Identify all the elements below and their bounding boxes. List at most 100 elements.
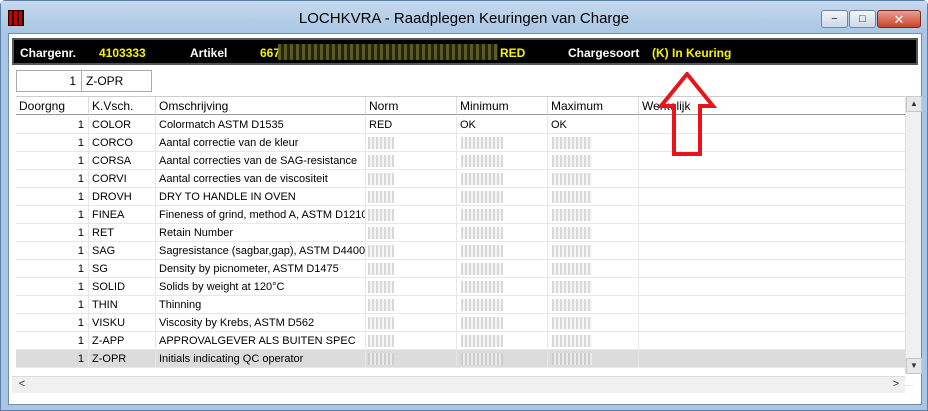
cell-omschrijving: Aantal correcties van de viscositeit — [156, 170, 366, 188]
redacted-value — [461, 155, 503, 167]
table-row[interactable]: 1 FINEA Fineness of grind, method A, ASTM … — [16, 206, 913, 224]
column-header-doorgang[interactable]: Doorgng — [16, 97, 89, 115]
cell-doorgang: 1 — [16, 332, 89, 350]
redacted-value — [368, 281, 394, 293]
redacted-value — [461, 335, 503, 347]
redacted-value — [461, 209, 503, 221]
cell-omschrijving: APPROVALGEVER ALS BUITEN SPEC — [156, 332, 366, 350]
redacted-value — [368, 317, 394, 329]
window-title: LOCHKVRA - Raadplegen Keuringen van Char… — [298, 10, 630, 27]
cell-code: RET — [89, 224, 156, 242]
cell-doorgang: 1 — [16, 170, 89, 188]
table-row[interactable]: 1 Z-APP APPROVALGEVER ALS BUITEN SPEC — [16, 332, 913, 350]
cell-doorgang: 1 — [16, 278, 89, 296]
cell-doorgang: 1 — [16, 242, 89, 260]
cell-werkelijk — [639, 350, 913, 368]
cell-werkelijk — [639, 170, 913, 188]
table-row[interactable]: 1 SAG Sagresistance (sagbar,gap), ASTM D44… — [16, 242, 913, 260]
cell-werkelijk — [639, 206, 913, 224]
redacted-value — [368, 263, 394, 275]
column-header-code[interactable]: K.Vsch. — [89, 97, 156, 115]
table-row[interactable]: 1 Z-OPR Initials indicating QC operator — [16, 350, 913, 368]
redacted-value — [552, 299, 592, 311]
cell-omschrijving: DRY TO HANDLE IN OVEN — [156, 188, 366, 206]
cell-code: FINEA — [89, 206, 156, 224]
cell-code: CORVI — [89, 170, 156, 188]
client-area: Chargenr. 4103333 Artikel 667 RED Charge… — [8, 33, 922, 405]
cell-werkelijk — [639, 242, 913, 260]
redacted-value — [368, 173, 394, 185]
cell-omschrijving: Aantal correctie van de kleur — [156, 134, 366, 152]
filter-code-field[interactable]: Z-OPR — [82, 71, 123, 91]
redacted-value — [552, 281, 592, 293]
close-icon: ✕ — [893, 11, 905, 27]
maximize-icon: □ — [859, 12, 866, 25]
column-header-minimum[interactable]: Minimum — [457, 97, 548, 115]
redacted-value — [461, 317, 503, 329]
cell-omschrijving: Colormatch ASTM D1535 — [156, 116, 366, 134]
redacted-value — [461, 281, 503, 293]
cell-doorgang: 1 — [16, 350, 89, 368]
table-row[interactable]: 1 CORCO Aantal correctie van de kleur — [16, 134, 913, 152]
cell-omschrijving: Aantal correcties van de SAG-resistance — [156, 152, 366, 170]
maximize-button[interactable]: □ — [849, 10, 876, 28]
table-row[interactable]: 1 CORSA Aantal correcties van de SAG-resis… — [16, 152, 913, 170]
redacted-value — [461, 173, 503, 185]
filter-row: 1 Z-OPR — [16, 70, 152, 92]
redacted-value — [552, 353, 592, 365]
vertical-scrollbar[interactable]: ▲ ▼ — [905, 96, 922, 374]
redacted-value — [552, 191, 592, 203]
redacted-value — [461, 137, 503, 149]
title-bar[interactable]: LOCHKVRA - Raadplegen Keuringen van Char… — [1, 1, 927, 33]
cell-doorgang: 1 — [16, 296, 89, 314]
redacted-value — [552, 245, 592, 257]
cell-doorgang: 1 — [16, 206, 89, 224]
redacted-value — [461, 191, 503, 203]
cell-omschrijving: Solids by weight at 120°C — [156, 278, 366, 296]
column-header-maximum[interactable]: Maximum — [548, 97, 639, 115]
table-row[interactable]: 1 RET Retain Number — [16, 224, 913, 242]
horizontal-scrollbar[interactable]: < > — [12, 376, 905, 393]
scroll-right-icon[interactable]: > — [888, 377, 904, 393]
scroll-down-icon[interactable]: ▼ — [906, 358, 922, 374]
table-row[interactable]: 1 COLOR Colormatch ASTM D1535 RED OK OK — [16, 116, 913, 134]
cell-doorgang: 1 — [16, 224, 89, 242]
artikel-value-suffix: RED — [500, 46, 526, 60]
charge-value: 4103333 — [99, 46, 146, 60]
cell-code: DROVH — [89, 188, 156, 206]
cell-doorgang: 1 — [16, 260, 89, 278]
redacted-value — [368, 191, 394, 203]
table-row[interactable]: 1 SOLID Solids by weight at 120°C — [16, 278, 913, 296]
table-row[interactable]: 1 THIN Thinning — [16, 296, 913, 314]
cell-code: Z-APP — [89, 332, 156, 350]
cell-omschrijving: Fineness of grind, method A, ASTM D1210 — [156, 206, 366, 224]
cell-code: VISKU — [89, 314, 156, 332]
redacted-value — [368, 137, 394, 149]
cell-code: COLOR — [89, 116, 156, 134]
cell-doorgang: 1 — [16, 134, 89, 152]
table-row[interactable]: 1 SG Density by picnometer, ASTM D1475 — [16, 260, 913, 278]
minimize-button[interactable]: − — [821, 10, 848, 28]
table-row[interactable]: 1 CORVI Aantal correcties van de viscosite… — [16, 170, 913, 188]
scroll-left-icon[interactable]: < — [14, 377, 30, 393]
cell-code: SOLID — [89, 278, 156, 296]
column-header-omschrijving[interactable]: Omschrijving — [156, 97, 366, 115]
cell-omschrijving: Thinning — [156, 296, 366, 314]
cell-omschrijving: Initials indicating QC operator — [156, 350, 366, 368]
filter-doorgang-field[interactable]: 1 — [17, 71, 82, 91]
cell-werkelijk — [639, 314, 913, 332]
charge-info-bar: Chargenr. 4103333 Artikel 667 RED Charge… — [12, 38, 918, 65]
cell-doorgang: 1 — [16, 314, 89, 332]
cell-omschrijving: Viscosity by Krebs, ASTM D562 — [156, 314, 366, 332]
table-row[interactable]: 1 DROVH DRY TO HANDLE IN OVEN — [16, 188, 913, 206]
arrow-up-icon — [657, 72, 717, 156]
close-button[interactable]: ✕ — [877, 10, 921, 28]
artikel-label: Artikel — [190, 46, 228, 60]
chargesoort-label: Chargesoort — [568, 46, 640, 60]
cell-code: CORCO — [89, 134, 156, 152]
column-header-norm[interactable]: Norm — [366, 97, 457, 115]
scroll-up-icon[interactable]: ▲ — [906, 96, 922, 112]
table-row[interactable]: 1 VISKU Viscosity by Krebs, ASTM D562 — [16, 314, 913, 332]
cell-werkelijk — [639, 278, 913, 296]
minimize-icon: − — [831, 12, 838, 25]
